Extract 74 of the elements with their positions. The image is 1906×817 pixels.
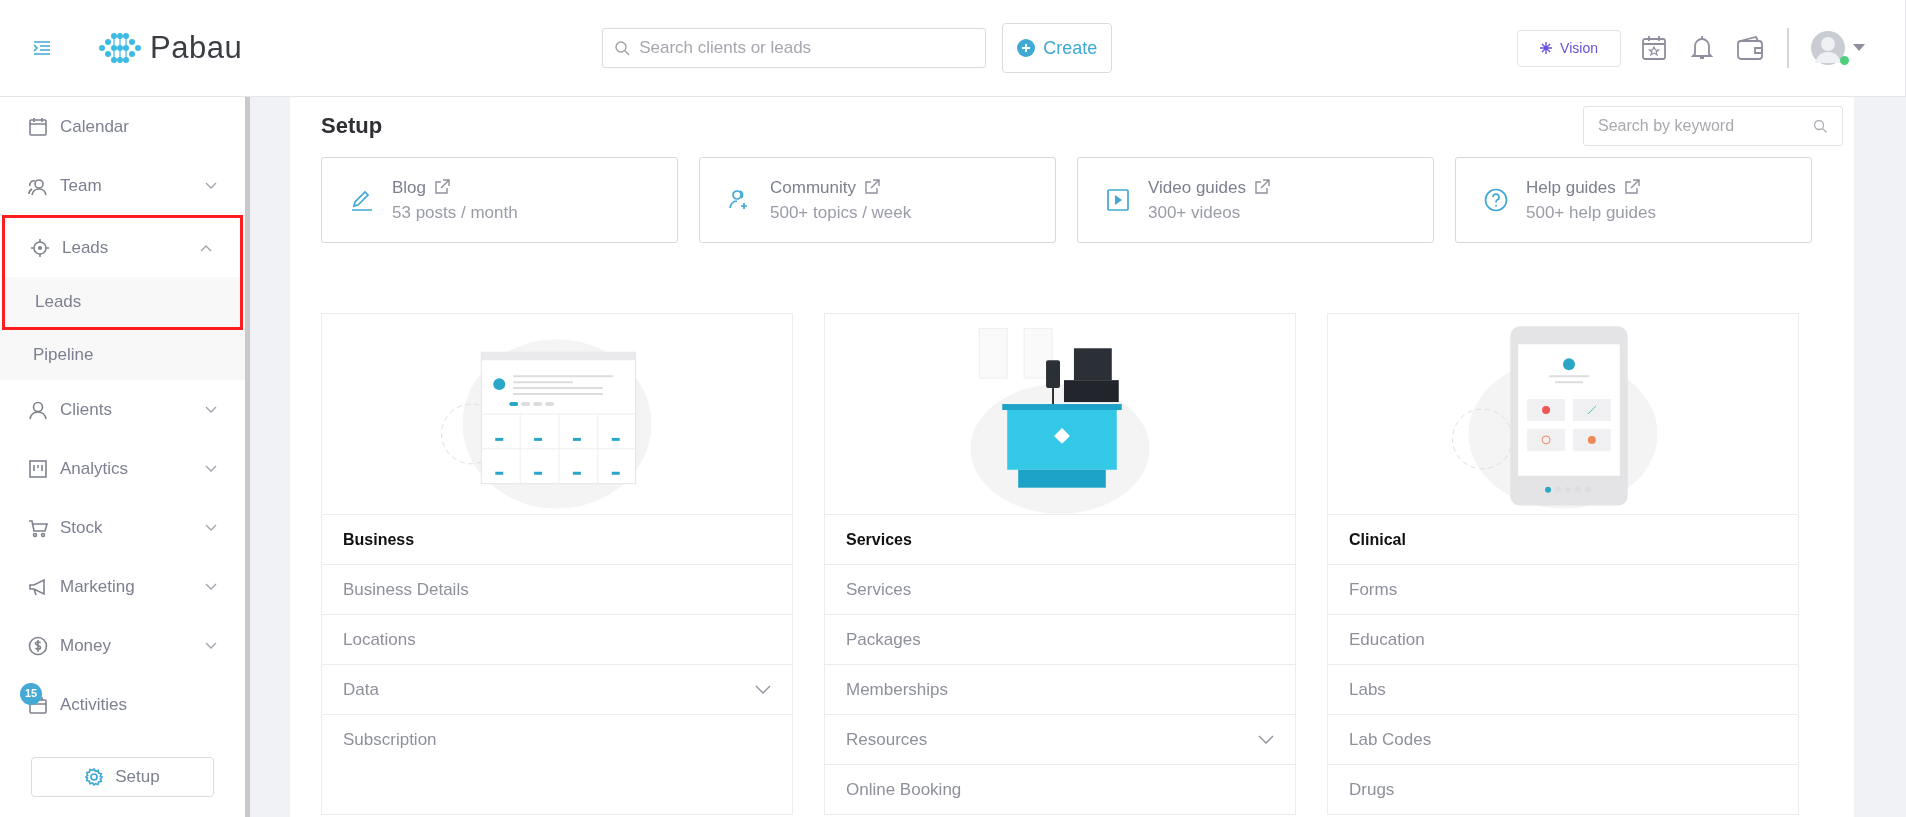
plus-icon (1017, 39, 1036, 57)
sidebar-item[interactable]: Money (0, 616, 245, 675)
sidebar-item[interactable]: Analytics (0, 439, 245, 498)
resource-card[interactable]: Community 500+ topics / week (699, 157, 1056, 243)
menu-icon[interactable] (33, 40, 51, 56)
section-link[interactable]: Drugs (1328, 764, 1798, 814)
search-field[interactable]: Search clients or leads (602, 28, 987, 68)
resource-title: Video guides (1148, 176, 1246, 199)
section-link[interactable]: Memberships (825, 664, 1295, 714)
sparkle-icon (1540, 42, 1553, 54)
sidebar-item[interactable]: Team (0, 156, 245, 215)
vision-button[interactable]: Vision (1517, 29, 1621, 67)
section-title: Clinical (1328, 514, 1798, 564)
section-title: Business (322, 514, 792, 564)
gear-icon (85, 768, 104, 786)
resource-subtitle: 500+ help guides (1526, 202, 1656, 224)
section-link[interactable]: Business Details (322, 564, 792, 614)
logo-text: Pabau (150, 28, 243, 67)
sidebar-item[interactable]: Marketing (0, 557, 245, 616)
sidebar-item[interactable]: Calendar (0, 97, 245, 156)
sidebar-item[interactable]: Clients (0, 380, 245, 439)
external-link-icon (1623, 179, 1640, 196)
section-link[interactable]: Resources (825, 714, 1295, 764)
section-link[interactable]: Services (825, 564, 1295, 614)
external-link-icon (1254, 179, 1270, 196)
wallet-icon[interactable] (1737, 36, 1763, 60)
section-link[interactable]: Lab Codes (1328, 714, 1798, 764)
resource-subtitle: 500+ topics / week (770, 202, 912, 224)
target-icon (30, 237, 50, 258)
section-link[interactable]: Data (322, 664, 792, 714)
search-field[interactable]: Search by keyword (1583, 105, 1843, 146)
sidebar-item[interactable]: Stock (0, 498, 245, 557)
resource-title: Community (770, 176, 856, 199)
resource-title: Help guides (1526, 176, 1616, 199)
chart-icon (28, 458, 48, 479)
external-link-icon (434, 179, 451, 196)
section-link[interactable]: Locations (322, 614, 792, 664)
external-link-icon (863, 179, 880, 196)
search-icon (1813, 118, 1827, 133)
section-link[interactable]: Education (1328, 614, 1798, 664)
page-title: Setup (321, 112, 383, 140)
resource-card[interactable]: Video guides 300+ videos (1077, 157, 1434, 243)
resource-subtitle: 300+ videos (1148, 202, 1242, 224)
pencil-icon (350, 188, 374, 212)
section-link[interactable]: Subscription (322, 714, 792, 764)
sidebar-item[interactable]: Leads (5, 218, 240, 277)
cart-icon (28, 517, 48, 538)
chevron-down-icon (755, 684, 771, 695)
resource-title: Blog (392, 176, 427, 199)
sidebar-subitem[interactable]: Leads (5, 277, 240, 327)
dollar-icon (28, 635, 48, 656)
resource-card[interactable]: Help guides 500+ help guides (1455, 157, 1812, 243)
megaphone-icon (28, 576, 48, 597)
setup-button[interactable]: Setup (31, 757, 214, 797)
search-icon (614, 40, 631, 56)
person-icon (28, 399, 48, 420)
caret-icon[interactable] (1853, 44, 1865, 52)
section-link[interactable]: Forms (1328, 564, 1798, 614)
chevron-down-icon (1258, 734, 1274, 745)
calendar-icon (28, 116, 48, 137)
section-link[interactable]: Online Booking (825, 764, 1295, 814)
section-link[interactable]: Packages (825, 614, 1295, 664)
play-icon (1106, 188, 1130, 212)
help-icon (1484, 188, 1508, 212)
section-link[interactable]: Labs (1328, 664, 1798, 714)
logo-icon (98, 30, 142, 66)
section-title: Services (825, 514, 1295, 564)
sidebar-item[interactable]: 15 Activities (0, 675, 245, 734)
create-button[interactable]: Create (1002, 23, 1113, 73)
resource-subtitle: 53 posts / month (392, 202, 518, 224)
resource-card[interactable]: Blog 53 posts / month (321, 157, 678, 243)
bell-icon[interactable] (1691, 35, 1713, 61)
sidebar-subitem[interactable]: Pipeline (0, 330, 245, 380)
count-badge: 15 (20, 682, 42, 705)
